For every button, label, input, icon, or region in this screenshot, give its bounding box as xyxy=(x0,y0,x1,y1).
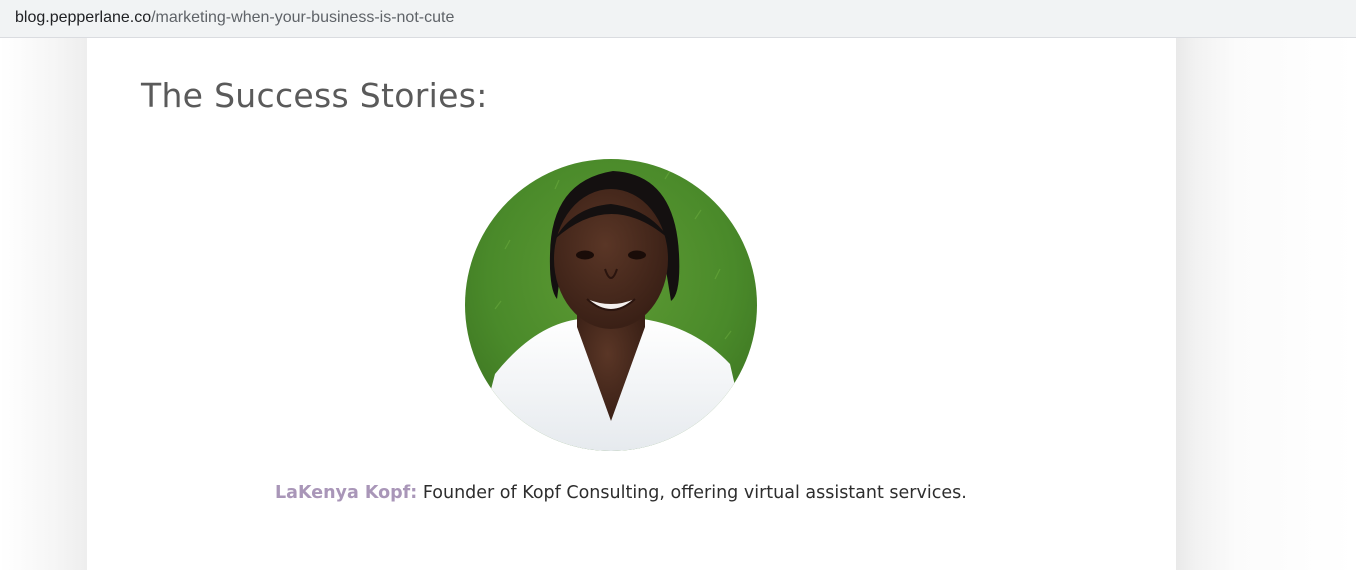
story-person-name: LaKenya Kopf: xyxy=(275,483,418,503)
url-path: /marketing-when-your-business-is-not-cut… xyxy=(151,9,455,26)
portrait-photo xyxy=(465,159,757,451)
story-description: Founder of Kopf Consulting, offering vir… xyxy=(417,483,967,503)
article-content: The Success Stories: LaKenya Kopf: Found… xyxy=(87,38,1176,570)
page-viewport: The Success Stories: LaKenya Kopf: Found… xyxy=(0,38,1356,570)
page-background-right xyxy=(1176,38,1356,570)
section-title: The Success Stories: xyxy=(141,76,488,115)
page-background-left xyxy=(0,38,87,570)
url-domain: blog.pepperlane.co xyxy=(15,9,152,26)
story-caption: LaKenya Kopf: Founder of Kopf Consulting… xyxy=(275,483,967,503)
url-text[interactable]: blog.pepperlane.co/marketing-when-your-b… xyxy=(15,8,454,28)
address-bar[interactable]: blog.pepperlane.co/marketing-when-your-b… xyxy=(0,0,1356,38)
